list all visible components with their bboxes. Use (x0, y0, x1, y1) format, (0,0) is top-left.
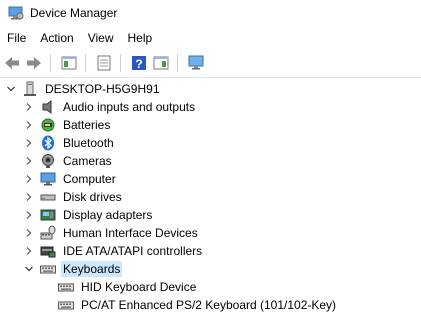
tree-item-display-adapters[interactable]: Display adapters (24, 206, 154, 224)
back-button[interactable] (2, 53, 22, 73)
tree-item-audio[interactable]: Audio inputs and outputs (24, 98, 197, 116)
menu-help[interactable]: Help (121, 28, 160, 48)
keyboard-icon (58, 279, 74, 295)
forward-button[interactable] (24, 53, 44, 73)
speaker-icon (40, 99, 56, 115)
menu-view[interactable]: View (81, 28, 121, 48)
chevron-right-icon[interactable] (24, 246, 34, 256)
tree-item-disk-drives[interactable]: Disk drives (24, 188, 124, 206)
console-tree-icon (61, 56, 77, 70)
chevron-right-icon[interactable] (24, 210, 34, 220)
tree-item-label: PC/AT Enhanced PS/2 Keyboard (101/102-Ke… (81, 298, 337, 312)
tree-item-label: Audio inputs and outputs (63, 100, 196, 114)
action-pane-icon (153, 56, 169, 70)
ide-controller-icon (40, 243, 56, 259)
chevron-down-icon[interactable] (6, 84, 16, 94)
tree-item-ide-controllers[interactable]: IDE ATA/ATAPI controllers (24, 242, 204, 260)
chevron-down-icon[interactable] (24, 264, 34, 274)
title-bar: Device Manager (0, 0, 421, 26)
keyboard-icon (58, 297, 74, 313)
tree-root-computer[interactable]: DESKTOP-H5G9H91 (6, 80, 162, 98)
tree-item-label: IDE ATA/ATAPI controllers (63, 244, 203, 258)
hid-icon (40, 225, 56, 241)
forward-arrow-icon (27, 57, 41, 69)
computer-root-icon (22, 81, 38, 97)
toolbar-separator (177, 54, 178, 72)
tree-item-label: HID Keyboard Device (81, 280, 197, 294)
tree-item-label: Bluetooth (63, 136, 114, 150)
toolbar: ? (0, 49, 421, 77)
monitor-icon (40, 171, 56, 187)
svg-text:?: ? (135, 57, 142, 71)
toolbar-divider (0, 77, 421, 78)
chevron-right-icon[interactable] (24, 192, 34, 202)
chevron-right-icon[interactable] (24, 120, 34, 130)
menu-file[interactable]: File (0, 28, 33, 48)
battery-icon (40, 117, 56, 133)
tree-item-label: Display adapters (63, 208, 153, 222)
properties-button[interactable] (94, 53, 114, 73)
tree-item-keyboards[interactable]: Keyboards (24, 260, 123, 278)
action-pane-button[interactable] (151, 53, 171, 73)
tree-item-label: Computer (63, 172, 116, 186)
window-title: Device Manager (30, 6, 118, 20)
toolbar-separator (120, 54, 121, 72)
tree-item-label: Batteries (63, 118, 111, 132)
bluetooth-icon (40, 135, 56, 151)
menu-bar: File Action View Help (0, 27, 159, 48)
chevron-right-icon[interactable] (24, 174, 34, 184)
device-manager-window: Device Manager File Action View Help ? D… (0, 0, 421, 313)
tree-item-hid[interactable]: Human Interface Devices (24, 224, 200, 242)
tree-item-label: Cameras (63, 154, 112, 168)
tree-item-hid-keyboard-device[interactable]: HID Keyboard Device (58, 278, 198, 296)
tree-item-label: Disk drives (63, 190, 122, 204)
chevron-right-icon[interactable] (24, 156, 34, 166)
tree-item-label: Human Interface Devices (63, 226, 198, 240)
scan-hardware-button[interactable] (186, 53, 206, 73)
chevron-right-icon[interactable] (24, 138, 34, 148)
show-hide-console-tree-button[interactable] (59, 53, 79, 73)
toolbar-separator (50, 54, 51, 72)
menu-action[interactable]: Action (33, 28, 80, 48)
help-button[interactable]: ? (129, 53, 149, 73)
properties-icon (97, 55, 111, 71)
device-manager-icon (8, 5, 24, 21)
chevron-right-icon[interactable] (24, 102, 34, 112)
keyboard-icon (40, 261, 56, 277)
display-adapter-icon (40, 207, 56, 223)
tree-item-computer[interactable]: Computer (24, 170, 118, 188)
toolbar-separator (85, 54, 86, 72)
scan-hardware-icon (188, 55, 204, 70)
tree-root-label: DESKTOP-H5G9H91 (45, 82, 160, 96)
disk-drive-icon (40, 189, 56, 205)
help-icon: ? (132, 56, 146, 71)
tree-item-ps2-keyboard[interactable]: PC/AT Enhanced PS/2 Keyboard (101/102-Ke… (58, 296, 338, 313)
tree-item-cameras[interactable]: Cameras (24, 152, 114, 170)
camera-icon (40, 153, 56, 169)
chevron-right-icon[interactable] (24, 228, 34, 238)
tree-item-label: Keyboards (61, 261, 123, 277)
back-arrow-icon (5, 57, 19, 69)
tree-item-bluetooth[interactable]: Bluetooth (24, 134, 116, 152)
tree-item-batteries[interactable]: Batteries (24, 116, 112, 134)
